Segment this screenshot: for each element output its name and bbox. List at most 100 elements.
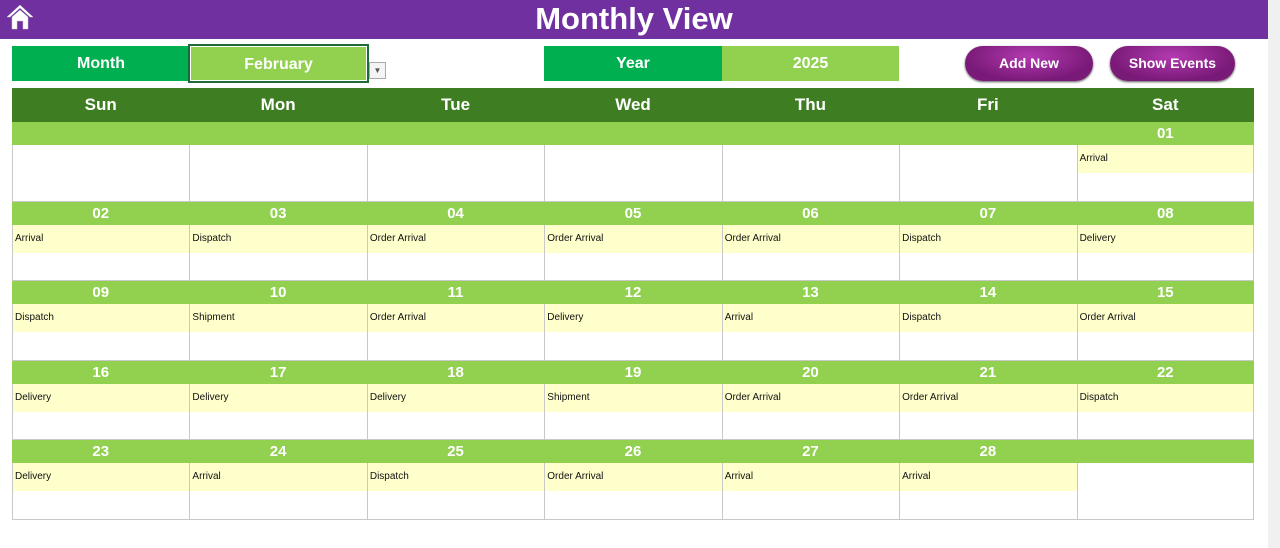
day-cell[interactable]: Shipment (544, 383, 722, 440)
day-cell[interactable]: Delivery (189, 383, 367, 440)
weekday-tue: Tue (441, 95, 471, 114)
event-item[interactable]: Dispatch (900, 224, 1077, 253)
day-cell[interactable] (544, 145, 722, 202)
event-item[interactable]: Delivery (545, 304, 722, 332)
day-cell[interactable]: Order Arrival (366, 224, 545, 281)
add-new-button[interactable]: Add New (965, 46, 1093, 81)
day-cell[interactable]: Order Arrival (899, 383, 1077, 440)
event-item[interactable]: Arrival (1077, 145, 1253, 173)
day-cell[interactable]: Arrival (189, 463, 367, 520)
date-number: 28 (979, 443, 997, 460)
date-number: 14 (979, 284, 997, 301)
event-item[interactable]: Order Arrival (900, 383, 1077, 412)
day-cell[interactable]: Delivery (1076, 224, 1254, 281)
event-cells: Delivery Delivery Delivery Shipment Order Ar… (12, 383, 1254, 440)
month-select[interactable]: February (188, 44, 369, 83)
day-cell[interactable]: Delivery (366, 383, 545, 440)
date-number: 04 (447, 204, 464, 222)
day-cell[interactable] (721, 145, 900, 202)
home-icon[interactable] (5, 3, 35, 31)
day-cell[interactable]: Delivery (12, 463, 190, 520)
day-cell[interactable]: Arrival (12, 224, 190, 281)
event-item[interactable]: Arrival (722, 304, 900, 332)
event-item (723, 145, 899, 173)
day-cell[interactable] (1076, 463, 1254, 520)
event-item[interactable]: Dispatch (190, 224, 367, 253)
weekday-wed: Wed (615, 95, 651, 114)
calendar-grid: Sun Mon Tue Wed Thu Fri Sat 01 Arrival 02 03 04 05 0… (12, 88, 1254, 520)
event-item[interactable]: Order Arrival (722, 383, 900, 412)
day-cell[interactable]: Shipment (189, 304, 367, 361)
event-item[interactable]: Order Arrival (722, 224, 900, 253)
day-cell[interactable]: Order Arrival (721, 383, 900, 440)
date-number: 03 (269, 204, 287, 222)
day-cell[interactable] (366, 145, 545, 202)
day-cell[interactable]: Dispatch (366, 463, 545, 520)
event-item[interactable]: Dispatch (1077, 383, 1253, 412)
event-item[interactable]: Arrival (900, 463, 1077, 491)
event-item (545, 145, 721, 173)
event-item (190, 145, 366, 173)
day-cell[interactable]: Arrival (721, 463, 900, 520)
day-cell[interactable]: Order Arrival (544, 463, 722, 520)
day-cell[interactable] (899, 145, 1077, 202)
day-cell[interactable] (189, 145, 367, 202)
event-item[interactable]: Arrival (13, 224, 190, 253)
weekday-mon: Mon (260, 95, 296, 114)
event-item[interactable]: Dispatch (367, 463, 545, 491)
event-item (368, 145, 544, 173)
event-item[interactable]: Shipment (190, 304, 367, 332)
day-cell[interactable]: Order Arrival (1076, 304, 1254, 361)
event-item[interactable]: Delivery (190, 383, 367, 412)
day-cell[interactable]: Dispatch (899, 304, 1077, 361)
event-item[interactable]: Order Arrival (367, 304, 545, 332)
event-item[interactable]: Dispatch (13, 304, 190, 332)
weekday-sat: Sat (1152, 95, 1179, 114)
date-number: 25 (447, 443, 464, 460)
day-cell[interactable]: Order Arrival (721, 224, 900, 281)
event-item[interactable]: Arrival (722, 463, 900, 491)
event-item[interactable]: Order Arrival (545, 224, 722, 253)
day-cell[interactable]: Arrival (721, 304, 900, 361)
event-item[interactable]: Order Arrival (1077, 304, 1253, 332)
event-item[interactable]: Delivery (367, 383, 545, 412)
chevron-down-icon[interactable]: ▼ (369, 62, 386, 79)
date-number: 07 (979, 204, 997, 222)
event-cells: Arrival Dispatch Order Arrival Order Arriva… (12, 224, 1254, 281)
day-cell[interactable]: Dispatch (899, 224, 1077, 281)
day-cell[interactable]: Arrival (1076, 145, 1254, 202)
date-number (722, 122, 899, 145)
day-cell[interactable] (12, 145, 190, 202)
day-cell[interactable]: Order Arrival (366, 304, 545, 361)
event-item[interactable]: Delivery (13, 383, 190, 412)
date-number (12, 122, 189, 145)
date-number: 12 (624, 284, 642, 301)
date-number: 21 (979, 363, 997, 381)
date-number: 23 (92, 443, 110, 460)
date-number (1077, 440, 1254, 463)
date-bar: 16 17 18 19 20 21 22 (12, 360, 1254, 384)
date-number: 05 (624, 204, 642, 222)
event-item[interactable]: Delivery (13, 463, 190, 491)
show-events-button[interactable]: Show Events (1110, 46, 1235, 81)
event-item[interactable]: Arrival (190, 463, 367, 491)
day-cell[interactable]: Order Arrival (544, 224, 722, 281)
date-number (899, 122, 1076, 145)
event-item[interactable]: Order Arrival (367, 224, 545, 253)
day-cell[interactable]: Arrival (899, 463, 1077, 520)
date-number: 15 (1156, 284, 1174, 301)
weekday-header: Sun Mon Tue Wed Thu Fri Sat (12, 88, 1254, 122)
day-cell[interactable]: Dispatch (1076, 383, 1254, 440)
event-item[interactable]: Shipment (545, 383, 722, 412)
day-cell[interactable]: Dispatch (189, 224, 367, 281)
event-item[interactable]: Order Arrival (545, 463, 722, 491)
year-field[interactable]: 2025 (722, 46, 899, 81)
header-bar: Monthly View (0, 0, 1268, 39)
day-cell[interactable]: Dispatch (12, 304, 190, 361)
day-cell[interactable]: Delivery (544, 304, 722, 361)
event-item[interactable]: Delivery (1077, 224, 1253, 253)
date-number (367, 122, 544, 145)
day-cell[interactable]: Delivery (12, 383, 190, 440)
date-bar: 02 03 04 05 06 07 08 (12, 201, 1254, 225)
event-item[interactable]: Dispatch (900, 304, 1077, 332)
